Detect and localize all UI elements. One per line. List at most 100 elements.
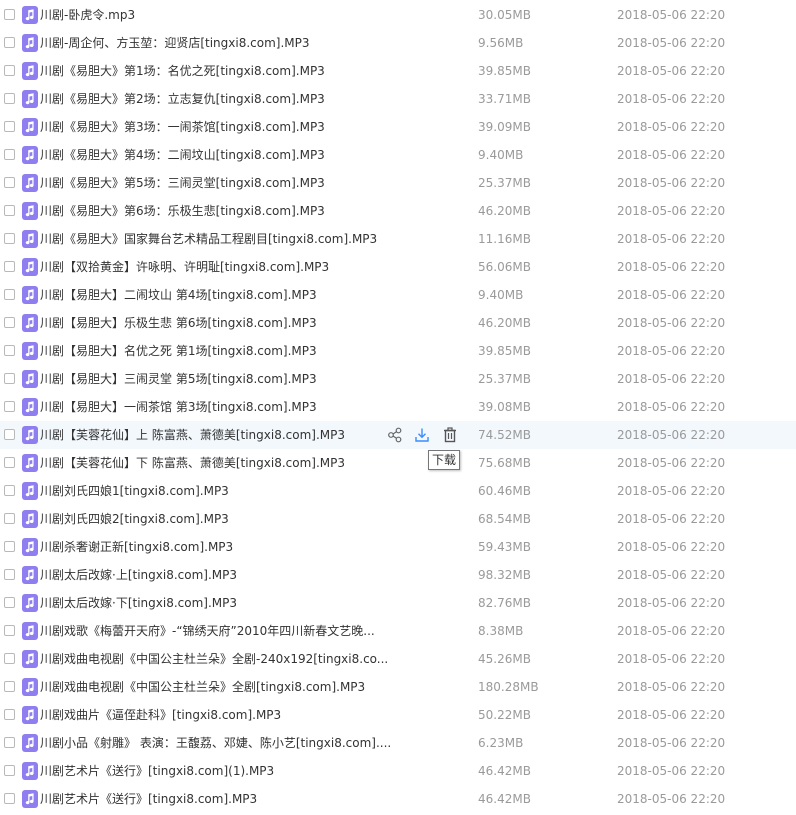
file-name[interactable]: 川剧-周企何、方玉堃：迎贤店[tingxi8.com].MP3: [40, 29, 310, 57]
file-size: 180.28MB: [478, 680, 539, 694]
row-checkbox[interactable]: [4, 317, 15, 328]
row-checkbox[interactable]: [4, 373, 15, 384]
file-size: 9.56MB: [478, 36, 524, 50]
file-name[interactable]: 川剧太后改嫁·上[tingxi8.com].MP3: [40, 561, 237, 589]
row-checkbox[interactable]: [4, 569, 15, 580]
file-name[interactable]: 川剧【芙蓉花仙】下 陈富燕、萧德美[tingxi8.com].MP3: [40, 449, 345, 477]
row-checkbox[interactable]: [4, 625, 15, 636]
file-name[interactable]: 川剧【易胆大】一闹茶馆 第3场[tingxi8.com].MP3: [40, 393, 317, 421]
row-checkbox[interactable]: [4, 9, 15, 20]
file-row[interactable]: 川剧【芙蓉花仙】下 陈富燕、萧德美[tingxi8.com].MP3 75.68M…: [0, 449, 796, 477]
file-row[interactable]: 川剧《易胆大》第5场：三闹灵堂[tingxi8.com].MP3 25.37MB 2…: [0, 169, 796, 197]
file-row[interactable]: 川剧【双拾黄金】许咏明、许明耻[tingxi8.com].MP3 56.06MB 2…: [0, 253, 796, 281]
file-size: 46.20MB: [478, 204, 531, 218]
file-row[interactable]: 川剧《易胆大》第4场：二闹坟山[tingxi8.com].MP3 9.40MB 20…: [0, 141, 796, 169]
row-checkbox[interactable]: [4, 401, 15, 412]
file-name[interactable]: 川剧《易胆大》第3场：一闹茶馆[tingxi8.com].MP3: [40, 113, 325, 141]
file-row[interactable]: 川剧《易胆大》第1场：名优之死[tingxi8.com].MP3 39.85MB 2…: [0, 57, 796, 85]
row-checkbox[interactable]: [4, 765, 15, 776]
row-checkbox[interactable]: [4, 345, 15, 356]
file-size: 46.42MB: [478, 764, 531, 778]
file-name[interactable]: 川剧【芙蓉花仙】上 陈富燕、萧德美[tingxi8.com].MP3: [40, 421, 345, 449]
row-checkbox[interactable]: [4, 709, 15, 720]
file-row[interactable]: 川剧-卧虎令.mp3 30.05MB 2018-05-06 22:20: [0, 1, 796, 29]
file-name[interactable]: 川剧《易胆大》第1场：名优之死[tingxi8.com].MP3: [40, 57, 325, 85]
file-name[interactable]: 川剧《易胆大》第5场：三闹灵堂[tingxi8.com].MP3: [40, 169, 325, 197]
file-name[interactable]: 川剧【双拾黄金】许咏明、许明耻[tingxi8.com].MP3: [40, 253, 329, 281]
file-name[interactable]: 川剧《易胆大》第2场：立志复仇[tingxi8.com].MP3: [40, 85, 325, 113]
row-checkbox[interactable]: [4, 457, 15, 468]
file-row[interactable]: 川剧小品《射雕》 表演：王馥荔、邓婕、陈小艺[tingxi8.com].... 6…: [0, 729, 796, 757]
file-row[interactable]: 川剧【易胆大】一闹茶馆 第3场[tingxi8.com].MP3 39.08MB 2…: [0, 393, 796, 421]
file-name[interactable]: 川剧戏曲电视剧《中国公主杜兰朵》全剧[tingxi8.com].MP3: [40, 673, 365, 701]
file-name[interactable]: 川剧刘氏四娘2[tingxi8.com].MP3: [40, 505, 229, 533]
file-row[interactable]: 川剧太后改嫁·上[tingxi8.com].MP3 98.32MB 2018-05-…: [0, 561, 796, 589]
file-name[interactable]: 川剧杀奢谢正新[tingxi8.com].MP3: [40, 533, 233, 561]
download-button[interactable]: [413, 426, 431, 444]
file-row[interactable]: 川剧《易胆大》国家舞台艺术精品工程剧目[tingxi8.com].MP3 11.1…: [0, 225, 796, 253]
file-name[interactable]: 川剧艺术片《送行》[tingxi8.com](1).MP3: [40, 757, 274, 785]
file-name[interactable]: 川剧【易胆大】名优之死 第1场[tingxi8.com].MP3: [40, 337, 317, 365]
row-checkbox[interactable]: [4, 485, 15, 496]
row-checkbox[interactable]: [4, 121, 15, 132]
row-checkbox[interactable]: [4, 737, 15, 748]
row-checkbox[interactable]: [4, 681, 15, 692]
file-row[interactable]: 川剧戏歌《梅蕾开天府》-“锦绣天府”2010年四川新春文艺晚... 8.38MB 2…: [0, 617, 796, 645]
file-row[interactable]: 川剧艺术片《送行》[tingxi8.com](1).MP3 46.42MB 2018…: [0, 757, 796, 785]
file-name[interactable]: 川剧【易胆大】二闹坟山 第4场[tingxi8.com].MP3: [40, 281, 317, 309]
file-name[interactable]: 川剧-卧虎令.mp3: [40, 1, 135, 29]
row-checkbox[interactable]: [4, 513, 15, 524]
file-name[interactable]: 川剧小品《射雕》 表演：王馥荔、邓婕、陈小艺[tingxi8.com]....: [40, 729, 391, 757]
row-checkbox[interactable]: [4, 793, 15, 804]
row-checkbox[interactable]: [4, 289, 15, 300]
file-date: 2018-05-06 22:20: [617, 456, 726, 470]
file-row[interactable]: 川剧-周企何、方玉堃：迎贤店[tingxi8.com].MP3 9.56MB 201…: [0, 29, 796, 57]
file-row[interactable]: 川剧刘氏四娘2[tingxi8.com].MP3 68.54MB 2018-05-0…: [0, 505, 796, 533]
music-file-icon: [22, 454, 38, 472]
file-row[interactable]: 川剧《易胆大》第2场：立志复仇[tingxi8.com].MP3 33.71MB 2…: [0, 85, 796, 113]
row-checkbox[interactable]: [4, 177, 15, 188]
music-file-icon: [22, 286, 38, 304]
file-row[interactable]: 川剧杀奢谢正新[tingxi8.com].MP3 59.43MB 2018-05-0…: [0, 533, 796, 561]
file-name[interactable]: 川剧戏歌《梅蕾开天府》-“锦绣天府”2010年四川新春文艺晚...: [40, 617, 375, 645]
file-row[interactable]: 川剧【易胆大】名优之死 第1场[tingxi8.com].MP3 39.85MB 2…: [0, 337, 796, 365]
file-row[interactable]: 川剧刘氏四娘1[tingxi8.com].MP3 60.46MB 2018-05-0…: [0, 477, 796, 505]
file-row[interactable]: 川剧《易胆大》第6场：乐极生悲[tingxi8.com].MP3 46.20MB 2…: [0, 197, 796, 225]
row-checkbox[interactable]: [4, 37, 15, 48]
row-checkbox[interactable]: [4, 429, 15, 440]
file-name[interactable]: 川剧《易胆大》第4场：二闹坟山[tingxi8.com].MP3: [40, 141, 325, 169]
file-row[interactable]: 川剧戏曲电视剧《中国公主杜兰朵》全剧-240x192[tingxi8.co...…: [0, 645, 796, 673]
file-name[interactable]: 川剧太后改嫁·下[tingxi8.com].MP3: [40, 589, 237, 617]
file-name[interactable]: 川剧《易胆大》第6场：乐极生悲[tingxi8.com].MP3: [40, 197, 325, 225]
row-checkbox[interactable]: [4, 65, 15, 76]
file-name[interactable]: 川剧【易胆大】乐极生悲 第6场[tingxi8.com].MP3: [40, 309, 317, 337]
row-checkbox[interactable]: [4, 261, 15, 272]
row-checkbox[interactable]: [4, 653, 15, 664]
file-row[interactable]: 川剧【易胆大】三闹灵堂 第5场[tingxi8.com].MP3 25.37MB 2…: [0, 365, 796, 393]
file-name[interactable]: 川剧戏曲片《逼侄赴科》[tingxi8.com].MP3: [40, 701, 281, 729]
share-button[interactable]: [386, 426, 404, 444]
file-row[interactable]: 川剧戏曲片《逼侄赴科》[tingxi8.com].MP3 50.22MB 2018-…: [0, 701, 796, 729]
file-name[interactable]: 川剧【易胆大】三闹灵堂 第5场[tingxi8.com].MP3: [40, 365, 317, 393]
file-row[interactable]: 川剧太后改嫁·下[tingxi8.com].MP3 82.76MB 2018-05-…: [0, 589, 796, 617]
row-checkbox[interactable]: [4, 541, 15, 552]
row-checkbox[interactable]: [4, 93, 15, 104]
file-row[interactable]: 川剧《易胆大》第3场：一闹茶馆[tingxi8.com].MP3 39.09MB 2…: [0, 113, 796, 141]
file-name[interactable]: 川剧《易胆大》国家舞台艺术精品工程剧目[tingxi8.com].MP3: [40, 225, 377, 253]
file-name[interactable]: 川剧艺术片《送行》[tingxi8.com].MP3: [40, 785, 257, 813]
row-checkbox[interactable]: [4, 149, 15, 160]
file-name[interactable]: 川剧戏曲电视剧《中国公主杜兰朵》全剧-240x192[tingxi8.co...: [40, 645, 388, 673]
file-date: 2018-05-06 22:20: [617, 708, 726, 722]
file-name[interactable]: 川剧刘氏四娘1[tingxi8.com].MP3: [40, 477, 229, 505]
music-file-icon: [22, 426, 38, 444]
file-row[interactable]: 川剧艺术片《送行》[tingxi8.com].MP3 46.42MB 2018-05…: [0, 785, 796, 813]
file-row[interactable]: 川剧【芙蓉花仙】上 陈富燕、萧德美[tingxi8.com].MP3 74.52M…: [0, 421, 796, 449]
file-row[interactable]: 川剧【易胆大】乐极生悲 第6场[tingxi8.com].MP3 46.20MB 2…: [0, 309, 796, 337]
file-date: 2018-05-06 22:20: [617, 372, 726, 386]
row-checkbox[interactable]: [4, 205, 15, 216]
row-checkbox[interactable]: [4, 597, 15, 608]
delete-button[interactable]: [441, 426, 459, 444]
file-row[interactable]: 川剧戏曲电视剧《中国公主杜兰朵》全剧[tingxi8.com].MP3 180.2…: [0, 673, 796, 701]
row-checkbox[interactable]: [4, 233, 15, 244]
file-row[interactable]: 川剧【易胆大】二闹坟山 第4场[tingxi8.com].MP3 9.40MB 20…: [0, 281, 796, 309]
